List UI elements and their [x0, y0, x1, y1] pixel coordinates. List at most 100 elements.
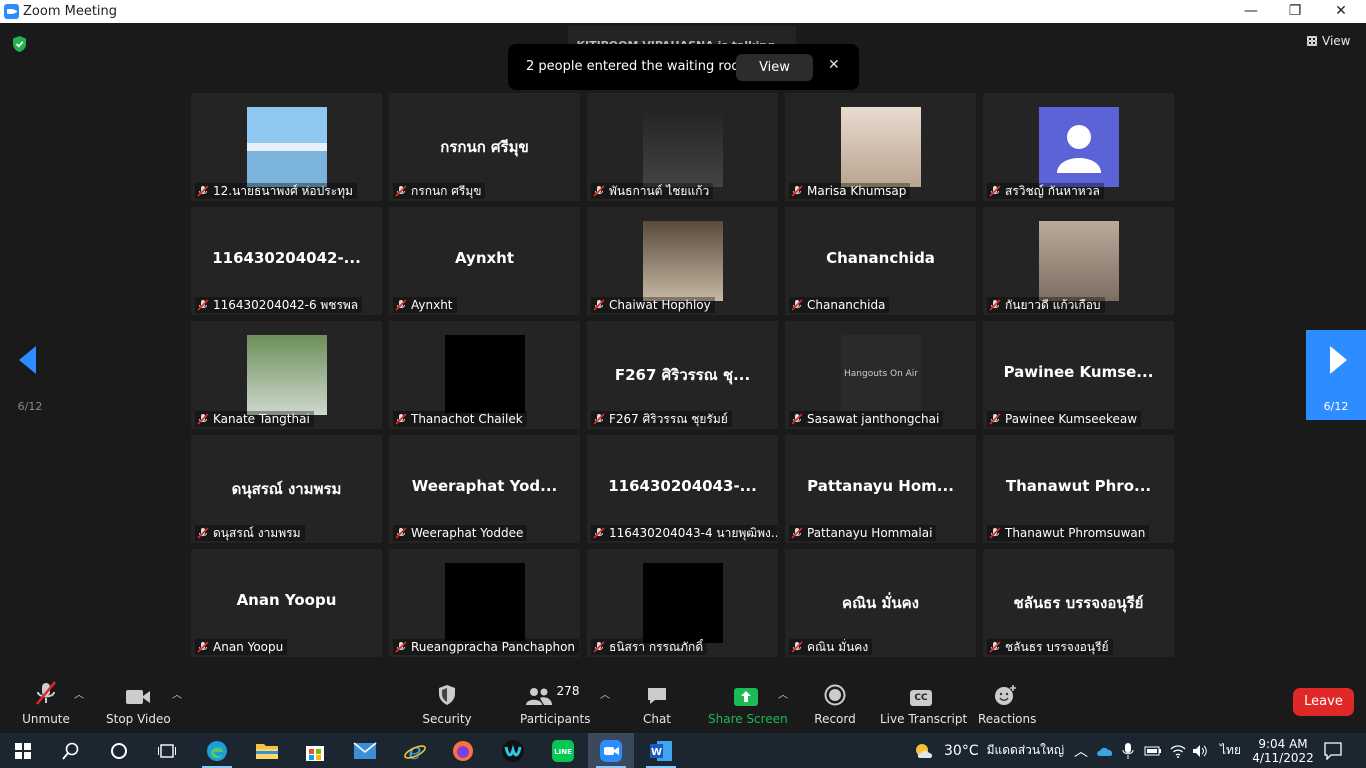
- participant-display-name: 116430204043-...: [608, 477, 757, 495]
- security-button[interactable]: Security: [420, 676, 474, 733]
- task-view-icon: [158, 743, 176, 758]
- video-off-frame: [643, 563, 723, 643]
- close-button[interactable]: ✕: [1318, 0, 1364, 23]
- muted-mic-icon: [791, 299, 803, 311]
- view-layout-button[interactable]: View: [1307, 34, 1350, 48]
- participant-tile[interactable]: Aynxht Aynxht: [389, 207, 580, 315]
- taskbar-internet-explorer[interactable]: e: [392, 733, 438, 768]
- taskbar-firefox[interactable]: [440, 733, 486, 768]
- participant-name-text: 12.นายธนาพงศ์ ห่อประทุม: [213, 184, 353, 198]
- meeting-toolbar: Unmute ︿ Stop Video ︿ Security 278 Parti…: [0, 676, 1366, 733]
- participant-video: [247, 335, 327, 415]
- live-transcript-button[interactable]: CC Live Transcript: [880, 676, 967, 733]
- folder-icon: [256, 743, 278, 759]
- participant-tile[interactable]: Pattanayu Hom... Pattanayu Hommalai: [785, 435, 976, 543]
- next-page-button[interactable]: 6/12: [1306, 330, 1366, 420]
- muted-mic-icon: [989, 185, 1001, 197]
- firefox-icon: [453, 740, 473, 761]
- wifi-icon[interactable]: [1170, 733, 1186, 768]
- participant-tile[interactable]: 116430204042-... 116430204042-6 พชรพล: [191, 207, 382, 315]
- participants-caret-icon[interactable]: ︿: [600, 686, 610, 701]
- muted-mic-icon: [197, 527, 209, 539]
- taskbar-mail[interactable]: [342, 733, 388, 768]
- unmute-button[interactable]: Unmute: [20, 676, 72, 733]
- show-hidden-icons[interactable]: ︿: [1074, 733, 1088, 768]
- zoom-app-icon: [600, 739, 622, 762]
- participant-tile[interactable]: คณิน มั่นคง คณิน มั่นคง: [785, 549, 976, 657]
- record-button[interactable]: Record: [812, 676, 858, 733]
- title-bar: Zoom Meeting — ❐ ✕: [0, 0, 1366, 23]
- participants-button[interactable]: 278 Participants: [520, 676, 591, 733]
- participant-tile[interactable]: Marisa Khumsap: [785, 93, 976, 201]
- participant-name-label: 116430204043-4 นายพุฒิพง...: [591, 525, 777, 541]
- notification-center-icon[interactable]: [1324, 733, 1342, 768]
- participant-tile[interactable]: 116430204043-... 116430204043-4 นายพุฒิพง…: [587, 435, 778, 543]
- taskbar-zoom[interactable]: [588, 733, 634, 768]
- cortana-button[interactable]: [96, 733, 142, 768]
- svg-text:e: e: [408, 740, 421, 763]
- task-view-button[interactable]: [144, 733, 190, 768]
- muted-mic-icon: [989, 413, 1001, 425]
- participant-tile[interactable]: Kanate Tangthai: [191, 321, 382, 429]
- taskbar-word[interactable]: W: [638, 733, 684, 768]
- volume-icon[interactable]: [1192, 733, 1208, 768]
- participant-tile[interactable]: Anan Yoopu Anan Yoopu: [191, 549, 382, 657]
- taskbar-webex[interactable]: [490, 733, 536, 768]
- waiting-room-view-button[interactable]: View: [736, 54, 813, 81]
- participant-tile[interactable]: พันธกานต์ ไชยแก้ว: [587, 93, 778, 201]
- onedrive-icon[interactable]: [1096, 733, 1114, 768]
- chat-button[interactable]: Chat: [636, 676, 678, 733]
- participant-tile[interactable]: ดนุสรณ์ งามพรม ดนุสรณ์ งามพรม: [191, 435, 382, 543]
- muted-mic-icon: [989, 299, 1001, 311]
- clock[interactable]: 9:04 AM 4/11/2022: [1252, 733, 1314, 768]
- taskbar-edge[interactable]: [194, 733, 240, 768]
- taskbar-line[interactable]: LINE: [540, 733, 586, 768]
- participant-tile[interactable]: ธนิสรา กรรณภักดิ์: [587, 549, 778, 657]
- input-language[interactable]: ไทย: [1220, 733, 1241, 768]
- stop-video-button[interactable]: Stop Video: [106, 676, 171, 733]
- notification-close-icon[interactable]: ✕: [828, 57, 840, 73]
- taskbar-store[interactable]: [292, 733, 338, 768]
- participant-name-label: กรกนก ศรีมุข: [393, 183, 486, 199]
- participant-tile[interactable]: Pawinee Kumse... Pawinee Kumseekeaw: [983, 321, 1174, 429]
- battery-icon[interactable]: [1144, 733, 1162, 768]
- participant-name-text: คณิน มั่นคง: [807, 640, 869, 654]
- meeting-area: KITIPOOM VIPAHASNA is talking... 2 peopl…: [0, 23, 1366, 733]
- participant-tile[interactable]: กันยาวดี แก้วเกือบ: [983, 207, 1174, 315]
- muted-mic-icon: [395, 413, 407, 425]
- participant-tile[interactable]: สรวิชญ์ กันหาหวล: [983, 93, 1174, 201]
- video-options-caret-icon[interactable]: ︿: [172, 686, 182, 701]
- leave-button[interactable]: Leave: [1293, 688, 1354, 716]
- participant-name-label: Chananchida: [789, 297, 890, 313]
- previous-page-button[interactable]: 6/12: [0, 330, 60, 420]
- weather-widget[interactable]: 30°C มีแดดส่วนใหญ่: [914, 733, 1064, 768]
- participant-tile[interactable]: Thanawut Phro... Thanawut Phromsuwan: [983, 435, 1174, 543]
- webex-icon: [502, 739, 524, 762]
- line-app-icon: LINE: [552, 739, 574, 762]
- participant-name-label: Pawinee Kumseekeaw: [987, 411, 1142, 427]
- share-screen-button[interactable]: Share Screen: [708, 676, 788, 733]
- participant-tile[interactable]: Hangouts On Air Sasawat janthongchai: [785, 321, 976, 429]
- participant-tile[interactable]: Weeraphat Yod... Weeraphat Yoddee: [389, 435, 580, 543]
- search-button[interactable]: [48, 733, 94, 768]
- audio-options-caret-icon[interactable]: ︿: [74, 686, 84, 701]
- taskbar-file-explorer[interactable]: [244, 733, 290, 768]
- chat-bubble-icon: [648, 688, 666, 704]
- muted-mic-icon: [791, 413, 803, 425]
- encryption-shield-icon[interactable]: [11, 35, 28, 53]
- start-button[interactable]: [0, 733, 46, 768]
- participant-tile[interactable]: Rueangpracha Panchaphon: [389, 549, 580, 657]
- participant-name-text: Pattanayu Hommalai: [807, 526, 933, 540]
- participant-tile[interactable]: 12.นายธนาพงศ์ ห่อประทุม: [191, 93, 382, 201]
- share-options-caret-icon[interactable]: ︿: [778, 686, 788, 701]
- microphone-tray-icon[interactable]: [1122, 733, 1134, 768]
- participant-tile[interactable]: กรกนก ศรีมุข กรกนก ศรีมุข: [389, 93, 580, 201]
- participant-tile[interactable]: Chaiwat Hophloy: [587, 207, 778, 315]
- reactions-button[interactable]: Reactions: [978, 676, 1036, 733]
- participant-tile[interactable]: Chananchida Chananchida: [785, 207, 976, 315]
- participant-tile[interactable]: ชลันธร บรรจงอนุรีย์ ชลันธร บรรจงอนุรีย์: [983, 549, 1174, 657]
- maximize-button[interactable]: ❐: [1272, 0, 1318, 23]
- participant-tile[interactable]: Thanachot Chailek: [389, 321, 580, 429]
- participant-tile[interactable]: F267 ศิริวรรณ ชุ... F267 ศิริวรรณ ชุยรัมย…: [587, 321, 778, 429]
- minimize-button[interactable]: —: [1228, 0, 1274, 23]
